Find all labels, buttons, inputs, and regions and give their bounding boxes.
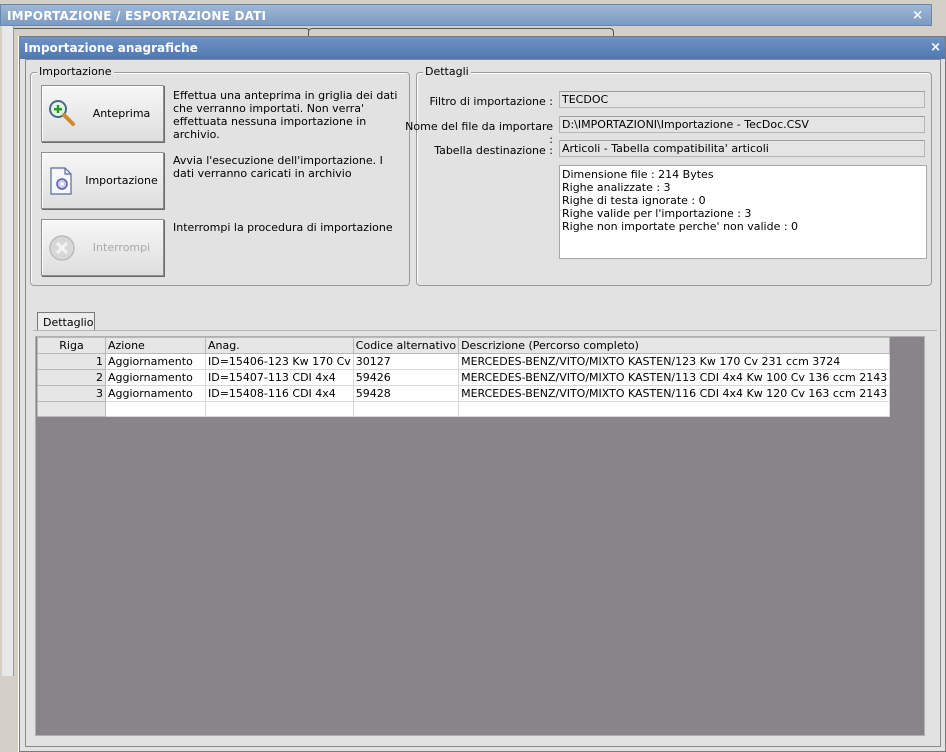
magnifier-plus-icon [49, 100, 75, 126]
file-label: Nome del file da importare : [405, 120, 553, 146]
dialog-title: Importazione anagrafiche [24, 41, 198, 55]
table-row[interactable]: 3 Aggiornamento ID=15408-116 CDI 4x4 594… [37, 385, 891, 402]
stop-description: Interrompi la procedura di importazione [173, 221, 393, 234]
cell-anag [205, 401, 354, 417]
data-grid: Riga Azione Anag. Codice alternativo Des… [37, 337, 891, 417]
cell-codice: 59426 [352, 369, 460, 386]
info-line: Righe di testa ignorate : 0 [562, 194, 706, 207]
grid-header-row: Riga Azione Anag. Codice alternativo Des… [37, 337, 891, 354]
file-field: D:\IMPORTAZIONI\Importazione - TecDoc.CS… [559, 116, 925, 133]
column-header-descrizione[interactable]: Descrizione (Percorso completo) [458, 337, 891, 354]
cell-codice: 30127 [352, 353, 460, 370]
preview-description: Effettua una anteprima in griglia dei da… [173, 89, 398, 141]
cell-descrizione: MERCEDES-BENZ/VITO/MIXTO KASTEN/116 CDI … [458, 385, 891, 402]
stop-button-label: Interrompi [92, 241, 151, 254]
import-description: Avvia l'esecuzione dell'importazione. I … [173, 154, 383, 180]
cell-descrizione: MERCEDES-BENZ/VITO/MIXTO KASTEN/113 CDI … [458, 369, 891, 386]
table-row[interactable]: 2 Aggiornamento ID=15407-113 CDI 4x4 594… [37, 369, 891, 386]
column-header-anag[interactable]: Anag. [205, 337, 354, 354]
dialog-body: Importazione Anteprima Effettua una ante… [25, 59, 941, 747]
cell-riga: 1 [37, 353, 106, 370]
cell-riga [37, 401, 106, 417]
column-header-codice[interactable]: Codice alternativo [352, 337, 460, 354]
preview-button-label: Anteprima [92, 107, 151, 120]
filter-label: Filtro di importazione : [429, 95, 553, 108]
info-line: Righe analizzate : 3 [562, 181, 671, 194]
stop-button[interactable]: Interrompi [41, 219, 164, 276]
info-line: Dimensione file : 214 Bytes [562, 168, 714, 181]
tab-underline [33, 330, 937, 331]
cell-codice [352, 401, 460, 417]
import-dialog: Importazione anagrafiche × Importazione … [19, 36, 946, 752]
new-row[interactable] [37, 401, 891, 417]
cell-riga: 2 [37, 369, 106, 386]
outer-window-frame [2, 26, 14, 676]
column-header-riga[interactable]: Riga [37, 337, 106, 354]
stop-x-icon [49, 235, 75, 261]
import-button[interactable]: Importazione [41, 152, 164, 209]
cell-anag: ID=15408-116 CDI 4x4 [205, 385, 354, 402]
outer-window-title: IMPORTAZIONE / ESPORTAZIONE DATI [7, 9, 267, 23]
import-group: Importazione Anteprima Effettua una ante… [30, 65, 410, 286]
cell-azione: Aggiornamento [105, 353, 206, 370]
info-line: Righe non importate perche' non valide :… [562, 220, 799, 233]
file-info-box: Dimensione file : 214 Bytes Righe analiz… [559, 165, 927, 259]
cell-descrizione: MERCEDES-BENZ/VITO/MIXTO KASTEN/123 Kw 1… [458, 353, 891, 370]
import-button-label: Importazione [85, 174, 158, 187]
cell-descrizione [458, 401, 891, 417]
tab-dettaglio-label: Dettaglio [43, 316, 94, 329]
table-field: Articoli - Tabella compatibilita' artico… [559, 140, 925, 157]
cell-codice: 59428 [352, 385, 460, 402]
cell-anag: ID=15406-123 Kw 170 Cv [205, 353, 354, 370]
document-gear-icon [50, 167, 72, 195]
outer-title-bar: IMPORTAZIONE / ESPORTAZIONE DATI × [0, 4, 932, 26]
details-group-legend: Dettagli [423, 65, 471, 78]
tab-dettaglio[interactable]: Dettaglio [37, 312, 95, 330]
cell-anag: ID=15407-113 CDI 4x4 [205, 369, 354, 386]
cell-riga: 3 [37, 385, 106, 402]
outer-close-icon[interactable]: × [912, 8, 923, 23]
info-line: Righe valide per l'importazione : 3 [562, 207, 752, 220]
table-label: Tabella destinazione : [434, 144, 553, 157]
dialog-title-bar: Importazione anagrafiche × [20, 37, 945, 59]
dialog-close-icon[interactable]: × [930, 40, 941, 55]
cell-azione: Aggiornamento [105, 385, 206, 402]
preview-button[interactable]: Anteprima [41, 85, 164, 142]
import-group-legend: Importazione [37, 65, 114, 78]
grid-area: Riga Azione Anag. Codice alternativo Des… [35, 336, 925, 736]
cell-azione [105, 401, 206, 417]
details-group: Dettagli Filtro di importazione : TECDOC… [405, 65, 932, 286]
filter-field: TECDOC [559, 91, 925, 108]
cell-azione: Aggiornamento [105, 369, 206, 386]
column-header-azione[interactable]: Azione [105, 337, 206, 354]
table-row[interactable]: 1 Aggiornamento ID=15406-123 Kw 170 Cv 3… [37, 353, 891, 370]
